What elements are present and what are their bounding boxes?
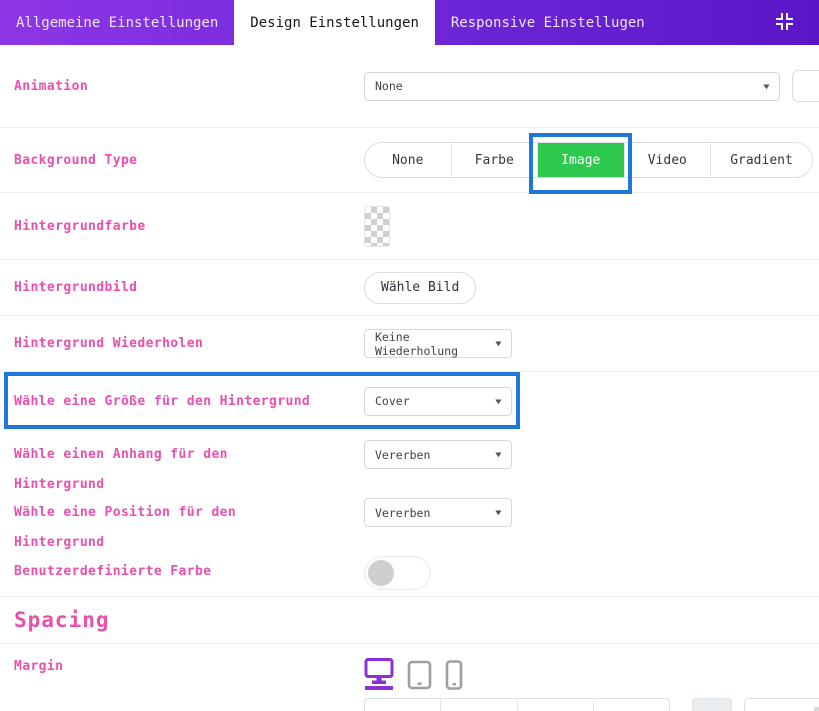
active-device-underline bbox=[365, 686, 393, 690]
bgtype-option-farbe[interactable]: Farbe bbox=[451, 143, 538, 177]
margin-label: Margin bbox=[14, 656, 364, 677]
animation-select[interactable]: None ▼ bbox=[364, 72, 780, 101]
background-image-label: Hintergrundbild bbox=[14, 277, 364, 298]
background-attachment-label-line2: Hintergrund bbox=[14, 470, 364, 500]
background-repeat-label: Hintergrund Wiederholen bbox=[14, 333, 364, 354]
bgtype-option-image[interactable]: Image bbox=[537, 143, 624, 177]
background-position-value: Vererben bbox=[375, 506, 430, 520]
margin-input-right[interactable] bbox=[440, 699, 516, 711]
margin-values-row bbox=[364, 698, 819, 711]
caret-down-icon: ▼ bbox=[495, 450, 501, 459]
animation-row: Animation None ▼ bbox=[0, 45, 819, 128]
animation-duration-input[interactable] bbox=[792, 70, 819, 102]
background-size-row: Wähle eine Größe für den Hintergrund Cov… bbox=[0, 372, 819, 430]
input-adornment bbox=[814, 707, 819, 711]
background-type-label: Background Type bbox=[14, 150, 364, 171]
bgtype-option-gradient[interactable]: Gradient bbox=[710, 143, 812, 177]
animation-label: Animation bbox=[14, 76, 364, 97]
background-position-label-line2: Hintergrund bbox=[14, 528, 364, 558]
background-attachment-value: Vererben bbox=[375, 448, 430, 462]
margin-input-top[interactable] bbox=[365, 699, 440, 711]
background-position-label-line1: Wähle eine Position für den bbox=[14, 498, 364, 528]
background-color-row: Hintergrundfarbe bbox=[0, 193, 819, 260]
tab-responsive-einstellungen[interactable]: Responsive Einstellugen bbox=[435, 0, 661, 45]
caret-down-icon: ▼ bbox=[495, 508, 501, 517]
settings-panel: Allgemeine Einstellungen Design Einstell… bbox=[0, 0, 819, 711]
tablet-icon[interactable] bbox=[407, 660, 432, 690]
background-repeat-row: Hintergrund Wiederholen Keine Wiederholu… bbox=[0, 316, 819, 372]
device-switcher bbox=[364, 656, 819, 690]
background-position-select[interactable]: Vererben ▼ bbox=[364, 498, 512, 527]
margin-extra-input[interactable] bbox=[744, 698, 819, 711]
settings-tabbar: Allgemeine Einstellungen Design Einstell… bbox=[0, 0, 819, 45]
background-color-label: Hintergrundfarbe bbox=[14, 216, 364, 237]
spacing-heading-text: Spacing bbox=[14, 608, 110, 632]
background-position-label: Wähle eine Position für den Hintergrund bbox=[14, 498, 364, 558]
background-size-select[interactable]: Cover ▼ bbox=[364, 387, 512, 416]
background-size-value: Cover bbox=[375, 394, 410, 408]
spacing-section-heading: Spacing bbox=[0, 596, 819, 644]
background-repeat-select[interactable]: Keine Wiederholung ▼ bbox=[364, 329, 512, 358]
background-attachment-label: Wähle einen Anhang für den Hintergrund bbox=[14, 440, 364, 500]
margin-inputs-group bbox=[364, 698, 670, 711]
margin-input-left[interactable] bbox=[593, 699, 669, 711]
margin-row: Margin bbox=[0, 644, 819, 711]
mobile-icon[interactable] bbox=[445, 660, 463, 690]
desktop-icon[interactable] bbox=[364, 658, 394, 690]
caret-down-icon: ▼ bbox=[763, 82, 769, 91]
background-image-row: Hintergrundbild Wähle Bild bbox=[0, 260, 819, 316]
custom-color-toggle[interactable] bbox=[364, 556, 431, 590]
bgtype-option-none[interactable]: None bbox=[365, 143, 451, 177]
background-attachment-select[interactable]: Vererben ▼ bbox=[364, 440, 512, 469]
background-repeat-value: Keine Wiederholung bbox=[375, 330, 496, 358]
margin-input-bottom[interactable] bbox=[517, 699, 593, 711]
compress-icon[interactable] bbox=[776, 13, 793, 30]
caret-down-icon: ▼ bbox=[495, 339, 501, 348]
background-attachment-label-line1: Wähle einen Anhang für den bbox=[14, 440, 364, 470]
background-size-label: Wähle eine Größe für den Hintergrund bbox=[14, 391, 364, 412]
toggle-knob bbox=[368, 560, 394, 586]
color-swatch[interactable] bbox=[364, 206, 390, 247]
tabbar-filler bbox=[661, 0, 819, 45]
background-type-group: None Farbe Image Video Gradient bbox=[364, 142, 813, 178]
background-attachment-row: Wähle einen Anhang für den Hintergrund V… bbox=[0, 430, 819, 488]
animation-select-value: None bbox=[375, 79, 403, 93]
tab-allgemeine-einstellungen[interactable]: Allgemeine Einstellungen bbox=[0, 0, 234, 45]
choose-image-button[interactable]: Wähle Bild bbox=[364, 272, 476, 304]
caret-down-icon: ▼ bbox=[495, 397, 501, 406]
link-values-button[interactable] bbox=[692, 698, 732, 711]
custom-color-label: Benutzerdefinierte Farbe bbox=[14, 556, 364, 588]
tab-design-einstellungen[interactable]: Design Einstellungen bbox=[234, 0, 435, 45]
background-type-row: Background Type None Farbe Image Video G… bbox=[0, 128, 819, 193]
bgtype-option-video[interactable]: Video bbox=[624, 143, 711, 177]
